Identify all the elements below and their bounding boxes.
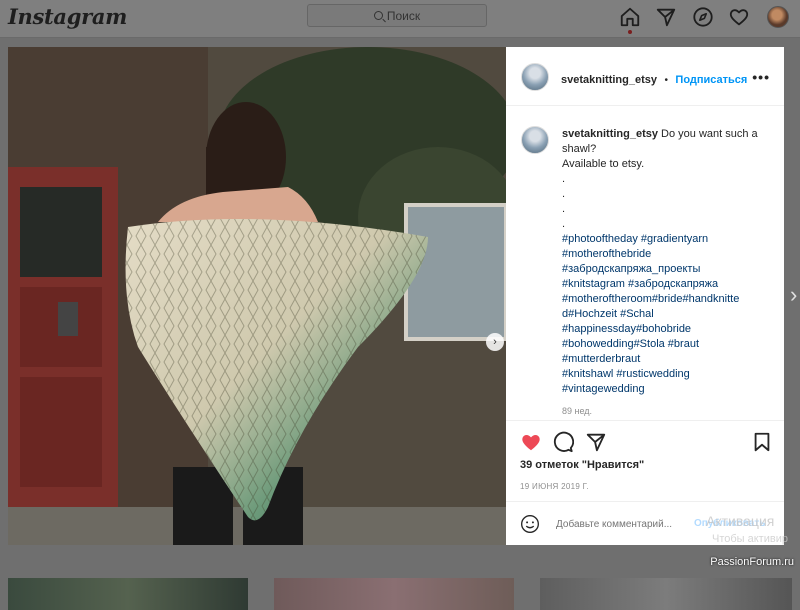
profile-avatar[interactable] xyxy=(767,6,789,28)
hashtag-link[interactable]: #knitstagram #забродскапряжа xyxy=(562,277,768,292)
emoji-icon[interactable] xyxy=(520,514,540,534)
post-header: svetaknitting_etsy • Подписаться ••• xyxy=(506,47,784,106)
windows-activation-title: Активация xyxy=(706,513,775,529)
caption-line: Do you want such a xyxy=(661,128,758,140)
feed-thumbnail[interactable] xyxy=(8,578,248,610)
explore-icon[interactable] xyxy=(692,6,714,28)
notification-dot xyxy=(628,30,632,34)
home-icon[interactable] xyxy=(619,6,641,28)
activity-heart-icon[interactable] xyxy=(728,6,750,28)
hashtag-link[interactable]: #motheroftheroom#bride#handknitte xyxy=(562,292,768,307)
post-date: 19 ИЮНЯ 2019 Г. xyxy=(520,482,589,491)
caption-line: . xyxy=(562,188,566,200)
bookmark-icon[interactable] xyxy=(751,431,773,453)
caption-line: shawl? xyxy=(562,143,597,155)
search-box[interactable]: Поиск xyxy=(307,4,487,27)
post-caption: svetaknitting_etsy Do you want such a sh… xyxy=(562,127,768,397)
hashtag-link[interactable]: #motherofthebride xyxy=(562,247,768,262)
site-watermark: PassionForum.ru xyxy=(710,556,794,568)
hashtag-link[interactable]: #забродскапряжа_проекты xyxy=(562,262,768,277)
caption-line: Available to etsy. xyxy=(562,158,645,170)
feed-thumbnail[interactable] xyxy=(540,578,792,610)
header-separator: • xyxy=(664,75,668,86)
direct-icon[interactable] xyxy=(655,6,677,28)
hashtag-link[interactable]: #mutterderbraut xyxy=(562,352,768,367)
carousel-next-button[interactable]: › xyxy=(486,333,504,351)
shawl-photo-image xyxy=(8,47,506,545)
caption-line: . xyxy=(562,218,566,230)
hashtag-link[interactable]: #bohowedding#Stola #braut xyxy=(562,337,768,352)
caption-author-avatar[interactable] xyxy=(521,126,549,154)
hashtag-link[interactable]: d#Hochzeit #Schal xyxy=(562,307,768,322)
caption-timestamp[interactable]: 89 нед. xyxy=(562,406,592,416)
likes-count[interactable]: 39 отметок "Нравится" xyxy=(520,459,644,471)
post-photo[interactable]: › xyxy=(8,47,506,545)
caption-line: . xyxy=(562,173,566,185)
more-options-button[interactable]: ••• xyxy=(752,69,770,85)
windows-activation-subtitle: Чтобы активир xyxy=(712,533,788,545)
author-avatar[interactable] xyxy=(521,63,549,91)
feed-thumbnail[interactable] xyxy=(274,578,514,610)
hashtag-link[interactable]: #photooftheday #gradientyarn xyxy=(562,232,768,247)
caption-line: . xyxy=(562,203,566,215)
caption-username[interactable]: svetaknitting_etsy xyxy=(562,128,658,140)
hashtag-link[interactable]: #knitshawl #rusticwedding xyxy=(562,367,768,382)
post-details-panel: svetaknitting_etsy • Подписаться ••• sve… xyxy=(506,47,784,545)
hashtag-link[interactable]: #vintagewedding xyxy=(562,382,768,397)
search-icon xyxy=(373,11,383,20)
like-heart-icon[interactable] xyxy=(520,431,542,453)
next-post-arrow[interactable]: › xyxy=(790,282,797,308)
instagram-logo[interactable]: Instagram xyxy=(8,4,127,29)
comment-icon[interactable] xyxy=(552,431,574,453)
top-nav: Instagram Поиск xyxy=(0,0,800,38)
hashtag-link[interactable]: #happinessday#bohobride xyxy=(562,322,768,337)
follow-button[interactable]: Подписаться xyxy=(675,74,747,86)
author-username[interactable]: svetaknitting_etsy xyxy=(561,74,657,86)
share-icon[interactable] xyxy=(585,431,607,453)
search-placeholder: Поиск xyxy=(386,8,421,23)
